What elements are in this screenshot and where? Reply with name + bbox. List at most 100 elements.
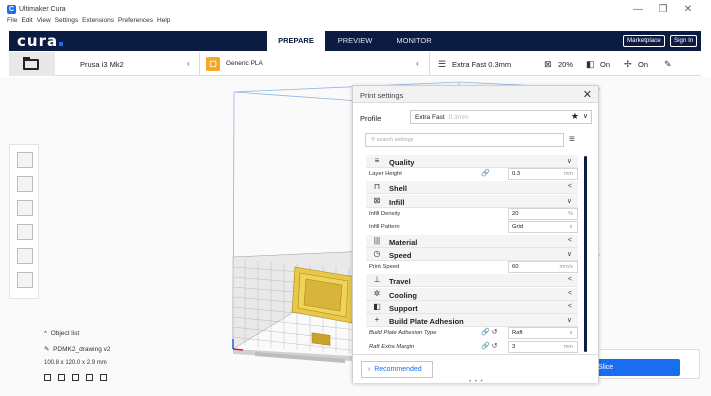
menu-view[interactable]: View [37, 17, 51, 29]
maximize-button[interactable]: ❐ [656, 4, 670, 15]
category-infill[interactable]: ⊠ Infill ∨ [366, 195, 578, 208]
menu-extensions[interactable]: Extensions [82, 17, 114, 29]
object-list-header: Object list [50, 330, 80, 337]
close-window-button[interactable]: ✕ [681, 4, 695, 15]
reset-icon[interactable]: ↺ [492, 343, 498, 350]
slice-button[interactable]: Slice [590, 359, 680, 376]
open-file-button[interactable] [9, 52, 55, 76]
chevron-icon[interactable]: ∨ [567, 250, 572, 258]
setting-infill-pattern[interactable]: Infill Pattern Grid ∨ [366, 221, 578, 234]
material-icon: ||| [373, 236, 381, 245]
category-speed[interactable]: ◷ Speed ∨ [366, 248, 578, 261]
close-panel-button[interactable]: ✕ [583, 88, 592, 101]
category-label: Cooling [389, 291, 417, 300]
front-view-icon[interactable] [58, 374, 65, 381]
category-quality[interactable]: ≡ Quality ∨ [366, 155, 578, 168]
recommended-label: Recommended [374, 366, 422, 373]
app-header: cura PREPARE PREVIEW MONITOR Marketplace… [9, 31, 701, 51]
chevron-icon[interactable]: < [568, 290, 572, 297]
top-view-icon[interactable] [72, 374, 79, 381]
setting-field[interactable]: 60 mm/s [508, 261, 578, 273]
setting-unit: ∨ [568, 224, 573, 230]
menu-edit[interactable]: Edit [21, 17, 32, 29]
link-icon[interactable]: 🔗 [481, 329, 490, 336]
menu-settings[interactable]: Settings [55, 17, 79, 29]
category-support[interactable]: ◧ Support < [366, 301, 578, 314]
category-shell[interactable]: ⊓ Shell < [366, 181, 578, 194]
right-view-icon[interactable] [100, 374, 107, 381]
star-icon[interactable]: ★ [571, 111, 579, 122]
link-icon[interactable]: 🔗 [481, 170, 490, 177]
setting-raft-extra-margin[interactable]: Raft Extra Margin 🔗 ↺ 3 mm [366, 341, 578, 353]
tab-preview[interactable]: PREVIEW [331, 31, 379, 51]
setting-label: Infill Density [369, 211, 401, 217]
object-name[interactable]: ✎ PDMK2_drawing v2 [44, 345, 111, 353]
mirror-tool-button[interactable] [17, 224, 33, 240]
category-build-plate-adhesion[interactable]: + Build Plate Adhesion ∨ [366, 314, 578, 327]
3d-view-icon[interactable] [44, 374, 51, 381]
object-list-toggle[interactable]: ^ Object list [44, 330, 79, 337]
chevron-icon[interactable]: ∨ [567, 197, 572, 205]
setting-build-plate-adhesion-type[interactable]: Build Plate Adhesion Type 🔗 ↺ Raft ∨ [366, 327, 578, 340]
support-blocker-button[interactable] [17, 272, 33, 288]
setting-field[interactable]: 20% [508, 208, 578, 220]
category-label: Speed [389, 251, 412, 260]
move-tool-button[interactable] [17, 152, 33, 168]
brand-dot [59, 42, 64, 46]
chevron-up-icon: ^ [44, 330, 48, 337]
marketplace-button[interactable]: Marketplace [623, 35, 665, 47]
pencil-icon[interactable]: ✎ [664, 59, 672, 70]
chevron-icon[interactable]: < [568, 276, 572, 283]
chevron-icon[interactable]: ∨ [567, 316, 572, 324]
search-settings-input[interactable]: ⚲ search settings [365, 133, 564, 147]
menu-preferences[interactable]: Preferences [118, 17, 153, 29]
left-view-icon[interactable] [86, 374, 93, 381]
tab-prepare[interactable]: PREPARE [267, 31, 325, 51]
reset-icon[interactable]: ↺ [492, 329, 498, 336]
scale-tool-button[interactable] [17, 176, 33, 192]
chevron-left-icon[interactable]: ‹ [416, 59, 419, 68]
chevron-left-icon[interactable]: ‹ [187, 59, 190, 68]
menu-help[interactable]: Help [157, 17, 170, 29]
menu-file[interactable]: File [7, 17, 17, 29]
cura-app-icon: C [7, 5, 16, 14]
setting-field[interactable]: Grid ∨ [508, 221, 578, 233]
minimize-button[interactable]: — [631, 4, 645, 15]
infill-value[interactable]: 20% [558, 60, 573, 69]
profile-icon: ☰ [438, 59, 447, 69]
setting-print-speed[interactable]: Print Speed 60 mm/s [366, 261, 578, 274]
hamburger-menu-icon[interactable]: ≡ [569, 134, 575, 145]
scrollbar-thumb[interactable] [584, 156, 587, 352]
category-material[interactable]: ||| Material < [366, 235, 578, 248]
setting-infill-density[interactable]: Infill Density 20% [366, 208, 578, 221]
printer-selector[interactable]: Prusa i3 Mk2 [80, 60, 124, 69]
category-travel[interactable]: ⊥ Travel < [366, 274, 578, 287]
profile-layer-height: 0.3mm [448, 114, 469, 121]
per-model-settings-button[interactable] [17, 248, 33, 264]
chevron-icon[interactable]: < [568, 183, 572, 190]
chevron-icon[interactable]: < [568, 303, 572, 310]
link-icon[interactable]: 🔗 [481, 343, 490, 350]
print-profile-selector[interactable]: Extra Fast 0.3mm [452, 60, 511, 69]
recommended-button[interactable]: ‹ Recommended [361, 361, 433, 378]
rotate-tool-button[interactable] [17, 200, 33, 216]
setting-icons: 🔗 ↺ [481, 328, 498, 336]
setting-field[interactable]: 3 mm [508, 341, 578, 353]
chevron-icon[interactable]: < [568, 237, 572, 244]
resize-handle[interactable]: • • • [469, 379, 484, 385]
setting-field[interactable]: 0.3 mm [508, 168, 578, 180]
sign-in-button[interactable]: Sign In [670, 35, 698, 47]
left-toolbar [9, 144, 39, 299]
setting-unit: % [568, 211, 573, 217]
chevron-icon[interactable]: ∨ [567, 157, 572, 165]
material-selector[interactable]: Generic PLA [226, 60, 263, 67]
adhesion-value[interactable]: On [638, 60, 648, 69]
setting-icons: 🔗 ↺ [481, 342, 498, 350]
setting-layer-height[interactable]: Layer Height 🔗 0.3 mm [366, 168, 578, 181]
profile-dropdown[interactable]: Extra Fast 0.3mm ★ ∨ [410, 110, 592, 124]
setting-field[interactable]: Raft ∨ [508, 327, 578, 339]
tab-monitor[interactable]: MONITOR [389, 31, 439, 51]
category-cooling[interactable]: ✲ Cooling < [366, 288, 578, 301]
support-value[interactable]: On [600, 60, 610, 69]
category-label: Material [389, 238, 418, 247]
